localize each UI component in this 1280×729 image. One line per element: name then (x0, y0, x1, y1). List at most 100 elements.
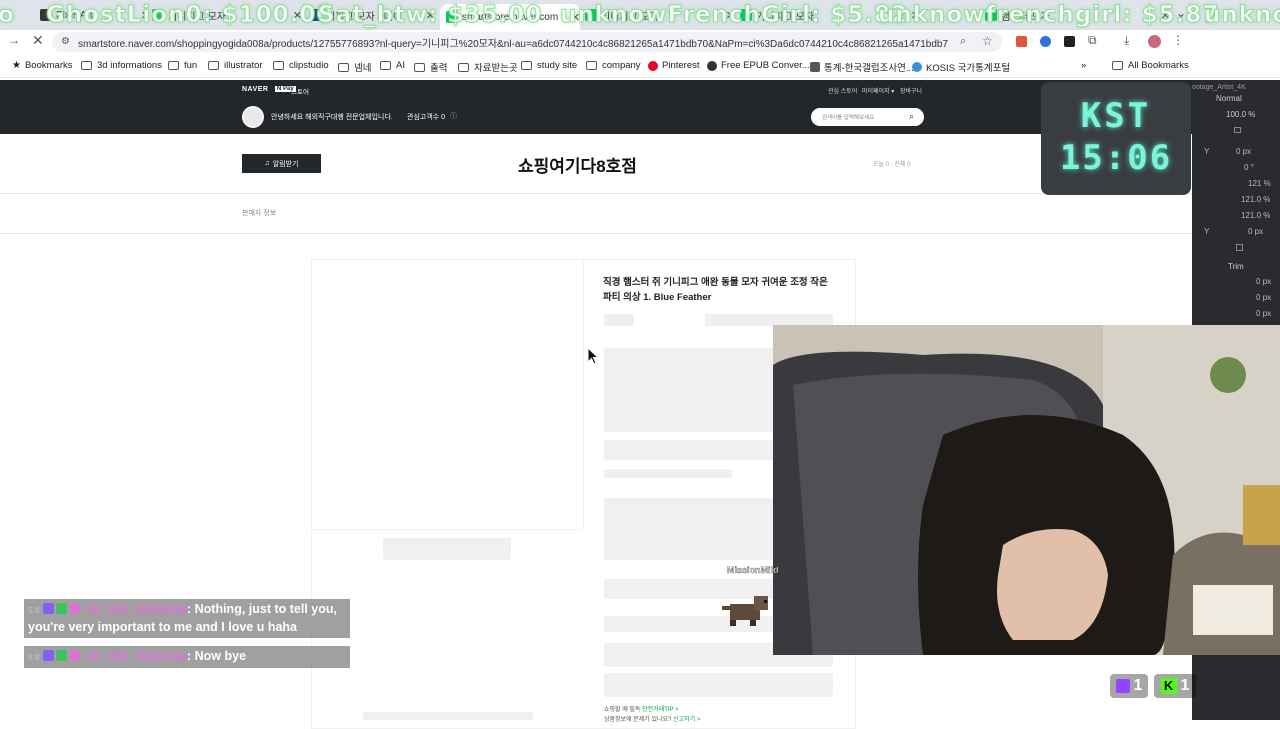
report-link[interactable]: 신고하기 > (673, 717, 700, 723)
extension-icon[interactable] (1016, 36, 1027, 47)
zoom-icon[interactable]: ⌕ (960, 35, 966, 48)
pinterest-icon (648, 60, 658, 71)
info-icon[interactable]: ⓘ (450, 111, 457, 121)
download-icon[interactable]: ⤓ (1124, 33, 1129, 48)
more-bookmarks-button[interactable]: » (1081, 60, 1086, 71)
browser-tab-active[interactable]: smartstore.naver.com ✕ (440, 4, 580, 30)
naver-header: NAVER N Pay 스토어 관심 스토어 마이페이지 ▾ 장바구니 안녕하세… (0, 80, 1192, 134)
profile-avatar[interactable] (1148, 35, 1161, 48)
chat-username: vic_the_victoriaa (85, 649, 187, 663)
seller-info-link[interactable]: 판매자 정보 (242, 208, 276, 218)
bookmark-folder[interactable]: company (586, 60, 641, 71)
menu-kebab-icon[interactable]: ⋮ (1172, 33, 1184, 47)
stop-loading-icon[interactable]: ✕ (32, 32, 44, 49)
store-name[interactable]: 쇼핑여기다8호점 (518, 152, 637, 177)
opacity-value[interactable]: 100.0 % (1226, 110, 1255, 119)
skeleton (363, 712, 533, 720)
all-bookmarks[interactable]: All Bookmarks (1112, 60, 1189, 71)
bookmark-item[interactable]: Pinterest (648, 60, 700, 71)
bookmark-folder[interactable]: 3d informations (81, 60, 162, 71)
link-favorite-stores[interactable]: 관심 스토어 (828, 86, 857, 95)
bookmark-folder[interactable]: AI (380, 60, 405, 71)
tab-strip: Pixel Art ✕ 기니피그 모자 ✕ 니피그 모자 - 네이 ✕ smar… (0, 0, 1280, 30)
bookmark-folder[interactable]: study site (521, 60, 577, 71)
bookmark-folder[interactable]: fun (168, 60, 197, 71)
mission-label: MissionMild (727, 565, 779, 575)
store-avatar[interactable] (242, 106, 264, 128)
close-icon[interactable]: ✕ (722, 9, 735, 22)
url-text[interactable]: smartstore.naver.com/shoppingyogida008a/… (78, 35, 948, 50)
forward-icon[interactable]: → (8, 33, 20, 47)
bookmarks-bar: ★ Bookmarks 3d informations fun illustrat… (0, 56, 1280, 78)
bookmark-item[interactable]: KOSIS 국가통계포털 (912, 60, 1010, 74)
kick-viewer-count: K 1 (1154, 674, 1196, 698)
crop-icon[interactable] (1236, 244, 1243, 251)
scale-value[interactable]: 121 % (1248, 179, 1271, 188)
trim-value[interactable]: 0 px (1256, 293, 1271, 302)
address-bar[interactable]: ⚙ smartstore.naver.com/shoppingyogida008… (52, 32, 1002, 52)
skeleton (383, 538, 511, 560)
alert-button[interactable]: ♫ 알림받기 (242, 154, 321, 173)
close-icon[interactable]: ✕ (289, 9, 302, 22)
store-submenu: 판매자 정보 (0, 194, 1192, 234)
position-y[interactable]: 0 px (1236, 147, 1251, 156)
panel-tab-label[interactable]: ootage_Artist_4K (1192, 84, 1246, 91)
store-tag[interactable]: 스토어 (291, 86, 309, 96)
aspect-icon[interactable] (1234, 127, 1241, 133)
browser-tab[interactable]: 햄스터 모자 ✕ (985, 5, 1170, 25)
browser-tab[interactable]: 기니피그 모자 ✕ (740, 5, 920, 25)
bookmark-folder[interactable]: 넴네 (338, 60, 371, 74)
bookmark-star-icon[interactable]: ☆ (982, 34, 993, 48)
trim-value[interactable]: 0 px (1256, 309, 1271, 318)
bookmark-item[interactable]: 통계-한국갤럽조사연... (810, 60, 914, 74)
folder-icon (521, 61, 532, 70)
cloud-badge-icon (69, 650, 81, 661)
link-mypage[interactable]: 마이페이지 ▾ (862, 86, 894, 95)
twitch-badge-icon (43, 603, 55, 614)
bookmark-item[interactable]: Free EPUB Conver... (707, 60, 810, 71)
sub-badge-icon (56, 650, 68, 661)
blend-mode-select[interactable]: Normal (1216, 94, 1242, 103)
store-search-input[interactable]: 검색어를 입력해보세요 ⌕ (811, 108, 924, 126)
close-icon[interactable]: ✕ (422, 9, 435, 22)
link-cart[interactable]: 장바구니 (900, 86, 922, 95)
site-info-icon[interactable]: ⚙ (61, 36, 70, 47)
browser-tab[interactable]: 기니피그 모자 ✕ (585, 5, 735, 25)
bookmark-folder[interactable]: illustrator (208, 60, 263, 71)
browser-tab[interactable]: 기니피그 모자 ✕ (152, 5, 302, 25)
bookmark-item[interactable]: ★ Bookmarks (12, 60, 72, 71)
tab-search-icon[interactable]: ⌄ (1176, 6, 1186, 20)
tab-favicon-icon (310, 9, 322, 21)
extension-icon[interactable] (1064, 36, 1075, 47)
rotation-value[interactable]: 0 ° (1244, 163, 1254, 172)
twitch-viewer-count: 1 (1110, 674, 1148, 698)
chat-message: 5:8 vic_the_victoriaa: Now bye (24, 646, 350, 668)
close-icon[interactable]: ✕ (907, 9, 920, 22)
scale-x-value[interactable]: 121.0 % (1241, 195, 1270, 204)
interest-count: 관심고객수 0 (407, 114, 446, 121)
folder-icon (458, 62, 469, 72)
search-icon[interactable]: ⌕ (909, 111, 914, 122)
browser-tab[interactable]: 니피그 모자 - 네이 ✕ (310, 5, 435, 25)
extensions-puzzle-icon[interactable]: ⧉ (1088, 33, 1097, 48)
scale-y-value[interactable]: 121.0 % (1241, 211, 1270, 220)
close-icon[interactable]: ✕ (137, 9, 150, 22)
kosis-icon (912, 62, 922, 72)
trim-value[interactable]: 0 px (1256, 277, 1271, 286)
naver-logo[interactable]: NAVER (242, 86, 268, 93)
close-icon[interactable]: ✕ (1157, 9, 1170, 22)
folder-icon (273, 61, 284, 70)
folder-icon (208, 61, 219, 70)
naver-favicon-icon (985, 9, 997, 21)
bookmark-folder[interactable]: 자료받는곳 (458, 60, 518, 74)
close-icon[interactable]: ✕ (567, 11, 580, 24)
folder-icon (168, 61, 179, 70)
bookmark-folder[interactable]: 출력 (414, 60, 447, 74)
safety-tip-link[interactable]: 안전거래TIP > (642, 707, 678, 713)
anchor-y[interactable]: 0 px (1248, 227, 1263, 236)
visit-stats: 오늘 0 · 전체 0 (873, 162, 911, 168)
browser-tab[interactable]: Pixel Art ✕ (40, 5, 150, 25)
sub-badge-icon (56, 603, 68, 614)
extension-icon[interactable] (1040, 36, 1051, 47)
bookmark-folder[interactable]: clipstudio (273, 60, 329, 71)
